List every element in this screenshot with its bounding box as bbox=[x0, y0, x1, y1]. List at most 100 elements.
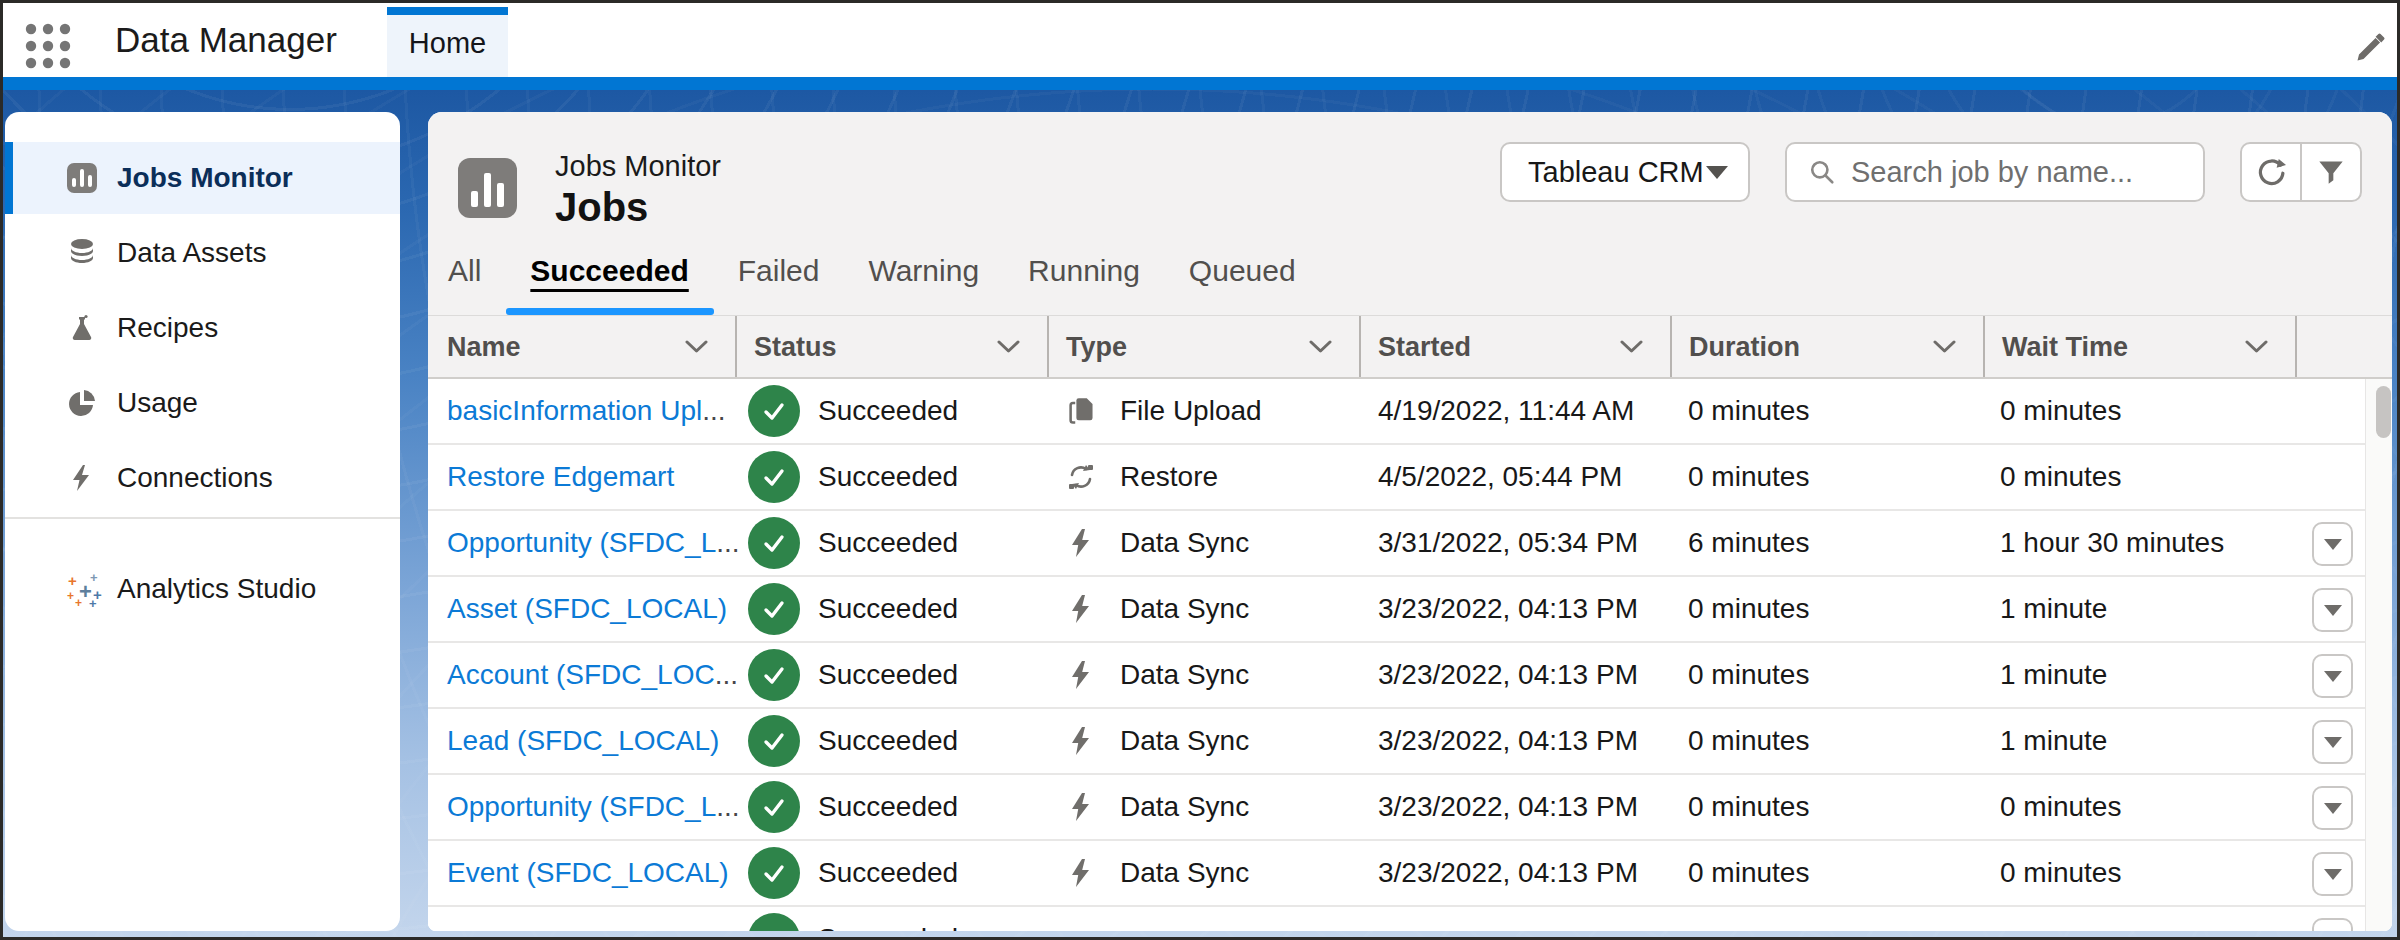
flask-icon bbox=[67, 313, 97, 343]
chevron-down-icon[interactable] bbox=[1933, 340, 1956, 354]
column-header-name[interactable]: Name bbox=[428, 316, 735, 377]
pie-chart-icon bbox=[67, 388, 97, 418]
wait-text: 0 minutes bbox=[2000, 791, 2121, 823]
started-text: 3/23/2022, 04:13 PM bbox=[1378, 791, 1638, 823]
lightning-icon bbox=[67, 463, 97, 493]
tab-running[interactable]: Running bbox=[1028, 254, 1140, 315]
sidebar-item-jobs-monitor[interactable]: Jobs Monitor bbox=[5, 142, 400, 214]
search-input[interactable] bbox=[1851, 156, 2171, 189]
sidebar-item-recipes[interactable]: Recipes bbox=[5, 292, 400, 364]
job-name-link[interactable]: Opportunity (SFDC_L bbox=[447, 791, 740, 822]
duration-text: 0 minutes bbox=[1688, 461, 1809, 493]
search-box[interactable] bbox=[1785, 142, 2205, 202]
edit-pencil-icon[interactable] bbox=[2353, 29, 2389, 65]
column-header-wait-time[interactable]: Wait Time bbox=[1983, 316, 2295, 377]
success-check-icon bbox=[748, 847, 800, 899]
table-row[interactable]: Succeeded bbox=[428, 907, 2365, 931]
status-tabs: All Succeeded Failed Warning Running Que… bbox=[448, 254, 1296, 315]
success-check-icon bbox=[748, 583, 800, 635]
table-row[interactable]: Asset (SFDC_LOCAL) Succeeded Data Sync 3… bbox=[428, 577, 2365, 643]
table-actions-group bbox=[2240, 142, 2362, 202]
row-actions-dropdown-button[interactable] bbox=[2312, 654, 2353, 698]
started-text: 3/23/2022, 04:13 PM bbox=[1378, 857, 1638, 889]
chevron-down-icon[interactable] bbox=[997, 340, 1020, 354]
started-text: 3/31/2022, 05:34 PM bbox=[1378, 527, 1638, 559]
row-actions-dropdown-button[interactable] bbox=[2312, 588, 2353, 632]
table-row[interactable]: Lead (SFDC_LOCAL) Succeeded Data Sync 3/… bbox=[428, 709, 2365, 775]
type-text: Data Sync bbox=[1120, 791, 1249, 823]
table-row[interactable]: Restore Edgemart Succeeded Restore 4/5/2… bbox=[428, 445, 2365, 511]
type-text: Data Sync bbox=[1120, 857, 1249, 889]
sidebar-nav: Jobs Monitor Data Assets Recipes Usage bbox=[5, 112, 400, 931]
tab-failed[interactable]: Failed bbox=[738, 254, 820, 315]
column-header-status[interactable]: Status bbox=[735, 316, 1047, 377]
sidebar-item-data-assets[interactable]: Data Assets bbox=[5, 217, 400, 289]
tab-home[interactable]: Home bbox=[387, 7, 508, 77]
table-row[interactable]: basicInformation Upl Succeeded File Uplo… bbox=[428, 379, 2365, 445]
status-text: Succeeded bbox=[818, 725, 958, 757]
app-launcher-icon[interactable] bbox=[25, 23, 71, 69]
table-row[interactable]: Opportunity (SFDC_L Succeeded Data Sync … bbox=[428, 775, 2365, 841]
type-text: Restore bbox=[1120, 461, 1218, 493]
scrollbar-thumb[interactable] bbox=[2376, 386, 2391, 438]
tab-home-active-bar bbox=[387, 7, 508, 15]
started-text: 4/5/2022, 05:44 PM bbox=[1378, 461, 1622, 493]
status-text: Succeeded bbox=[818, 857, 958, 889]
started-text: 3/23/2022, 04:13 PM bbox=[1378, 725, 1638, 757]
lightning-icon bbox=[1066, 726, 1096, 756]
type-text: Data Sync bbox=[1120, 593, 1249, 625]
brand-accent-bar bbox=[3, 77, 2397, 90]
tab-warning[interactable]: Warning bbox=[868, 254, 979, 315]
job-name-link[interactable]: Lead (SFDC_LOCAL) bbox=[447, 725, 719, 756]
job-name-link[interactable]: Opportunity (SFDC_L bbox=[447, 527, 740, 558]
job-name-link[interactable]: Event (SFDC_LOCAL) bbox=[447, 857, 729, 888]
duration-text: 6 minutes bbox=[1688, 527, 1809, 559]
column-header-actions bbox=[2295, 316, 2392, 377]
column-header-started[interactable]: Started bbox=[1359, 316, 1670, 377]
lightning-icon bbox=[1066, 792, 1096, 822]
row-actions-dropdown-button[interactable] bbox=[2312, 852, 2353, 896]
type-text: Data Sync bbox=[1120, 527, 1249, 559]
success-check-icon bbox=[748, 385, 800, 437]
table-row[interactable]: Opportunity (SFDC_L Succeeded Data Sync … bbox=[428, 511, 2365, 577]
started-text: 4/19/2022, 11:44 AM bbox=[1378, 395, 1634, 427]
filter-button[interactable] bbox=[2301, 142, 2362, 202]
row-actions-dropdown-button[interactable] bbox=[2312, 522, 2353, 566]
chevron-down-icon[interactable] bbox=[1620, 340, 1643, 354]
chevron-down-icon[interactable] bbox=[685, 340, 708, 354]
duration-text: 0 minutes bbox=[1688, 659, 1809, 691]
job-name-link[interactable]: basicInformation Upl bbox=[447, 395, 726, 426]
duration-text: 0 minutes bbox=[1688, 395, 1809, 427]
sidebar-item-analytics-studio[interactable]: + + + + + + + Analytics Studio bbox=[5, 552, 400, 625]
breadcrumb: Jobs Monitor bbox=[555, 150, 721, 183]
refresh-button[interactable] bbox=[2240, 142, 2301, 202]
job-name-link[interactable]: Account (SFDC_LOC bbox=[447, 659, 738, 690]
row-actions-dropdown-button[interactable] bbox=[2312, 786, 2353, 830]
table-row[interactable]: Event (SFDC_LOCAL) Succeeded Data Sync 3… bbox=[428, 841, 2365, 907]
success-check-icon bbox=[748, 715, 800, 767]
started-text: 3/23/2022, 04:13 PM bbox=[1378, 659, 1638, 691]
status-text: Succeeded bbox=[818, 923, 958, 931]
wait-text: 0 minutes bbox=[2000, 395, 2121, 427]
vertical-scrollbar[interactable] bbox=[2365, 379, 2392, 931]
sidebar-item-usage[interactable]: Usage bbox=[5, 367, 400, 439]
tab-all[interactable]: All bbox=[448, 254, 481, 315]
row-actions-dropdown-button[interactable] bbox=[2312, 918, 2353, 931]
table-row[interactable]: Account (SFDC_LOC Succeeded Data Sync 3/… bbox=[428, 643, 2365, 709]
panel-header: Jobs Monitor Jobs Tableau CRM bbox=[428, 112, 2392, 315]
column-header-duration[interactable]: Duration bbox=[1670, 316, 1983, 377]
column-header-type[interactable]: Type bbox=[1047, 316, 1359, 377]
chevron-down-icon[interactable] bbox=[1309, 340, 1332, 354]
duration-text: 0 minutes bbox=[1688, 725, 1809, 757]
tab-succeeded[interactable]: Succeeded bbox=[530, 254, 688, 315]
job-name-link[interactable]: Restore Edgemart bbox=[447, 461, 674, 492]
chevron-down-icon[interactable] bbox=[2245, 340, 2268, 354]
sidebar-item-connections[interactable]: Connections bbox=[5, 442, 400, 514]
tab-queued[interactable]: Queued bbox=[1189, 254, 1296, 315]
app-selector-dropdown[interactable]: Tableau CRM bbox=[1500, 142, 1750, 202]
jobs-panel: Jobs Monitor Jobs Tableau CRM bbox=[428, 112, 2392, 931]
type-icon bbox=[1066, 924, 1096, 931]
row-actions-dropdown-button[interactable] bbox=[2312, 720, 2353, 764]
success-check-icon bbox=[748, 517, 800, 569]
job-name-link[interactable]: Asset (SFDC_LOCAL) bbox=[447, 593, 727, 624]
